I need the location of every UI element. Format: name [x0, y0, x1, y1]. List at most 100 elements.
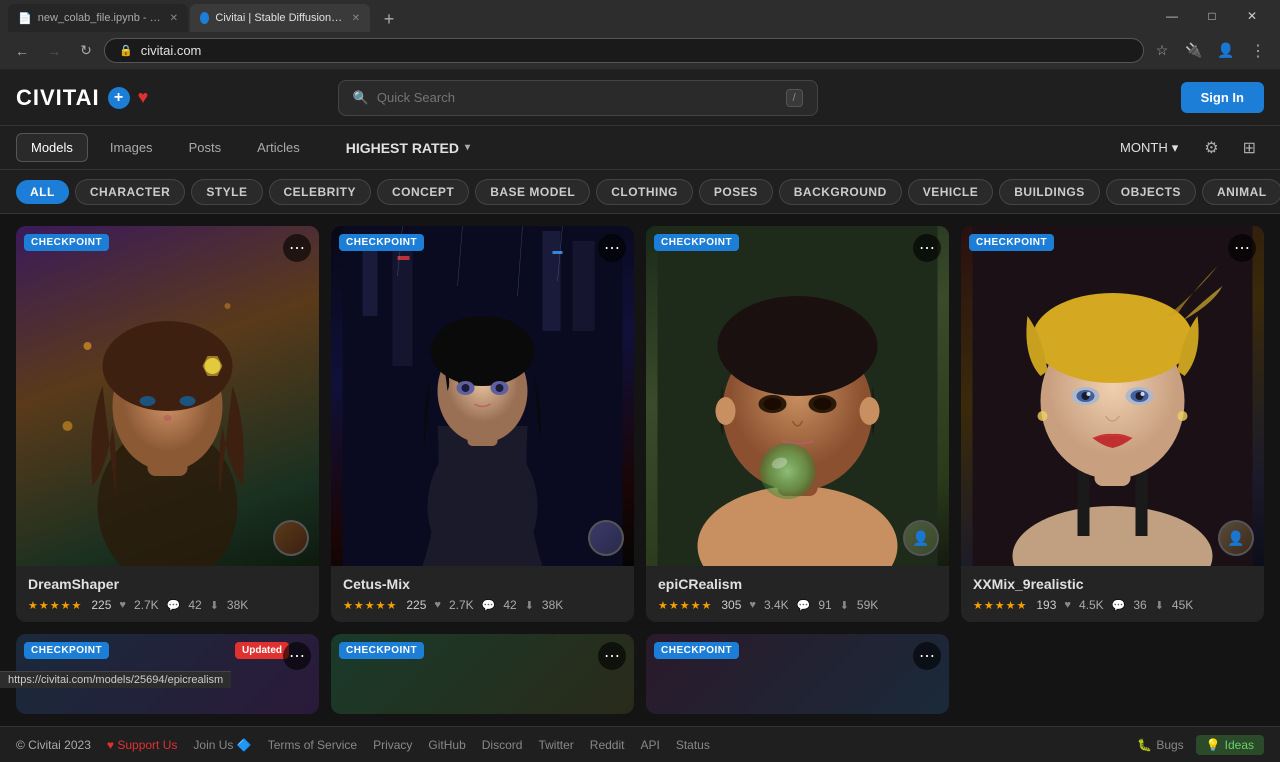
- card-menu-3[interactable]: ⋯: [913, 234, 941, 262]
- more-options-button[interactable]: ⋮: [1244, 37, 1272, 65]
- star-3-5: ★: [702, 599, 712, 612]
- forward-button[interactable]: →: [40, 37, 68, 65]
- join-link[interactable]: Join Us 🔷: [193, 738, 251, 752]
- bottom-menu-3[interactable]: ⋯: [913, 642, 941, 670]
- tab-close-2[interactable]: ✕: [352, 13, 360, 24]
- window-minimize[interactable]: —: [1152, 2, 1192, 30]
- cat-all[interactable]: ALL: [16, 180, 69, 204]
- address-bar[interactable]: 🔒 civitai.com: [104, 38, 1144, 63]
- cat-style[interactable]: STYLE: [191, 179, 262, 205]
- comments-icon-2: 💬: [482, 599, 496, 612]
- sort-button[interactable]: HIGHEST RATED ▾: [334, 134, 482, 162]
- terms-link[interactable]: Terms of Service: [268, 738, 357, 752]
- star-4-1: ★: [973, 599, 983, 612]
- tab-inactive[interactable]: 📄 new_colab_file.ipynb - Collabora... ✕: [8, 4, 188, 32]
- privacy-link[interactable]: Privacy: [373, 738, 412, 752]
- ideas-label: Ideas: [1225, 738, 1254, 752]
- cat-concept[interactable]: CONCEPT: [377, 179, 469, 205]
- nav-posts[interactable]: Posts: [175, 134, 236, 161]
- cat-celebrity[interactable]: CELEBRITY: [269, 179, 372, 205]
- cat-poses[interactable]: POSES: [699, 179, 773, 205]
- card-avatar-4: 👤: [1218, 520, 1254, 556]
- status-url: https://civitai.com/models/25694/epicrea…: [8, 674, 223, 686]
- window-maximize[interactable]: □: [1192, 2, 1232, 30]
- stars-1: ★ ★ ★ ★ ★: [28, 599, 81, 612]
- api-link[interactable]: API: [640, 738, 659, 752]
- bookmark-button[interactable]: ☆: [1148, 37, 1176, 65]
- cat-animal[interactable]: ANIMAL: [1202, 179, 1280, 205]
- star-2-3: ★: [365, 599, 375, 612]
- comments-icon-4: 💬: [1112, 599, 1126, 612]
- model-card-xxmix[interactable]: CHECKPOINT ⋯ 👤 XXMix_9realistic ★ ★ ★ ★ …: [961, 226, 1264, 622]
- cat-clothing[interactable]: CLOTHING: [596, 179, 693, 205]
- logo[interactable]: CIVITAI + ♥: [16, 85, 148, 111]
- model-card-epicrealism[interactable]: CHECKPOINT ⋯ 👤 epiCRealism ★ ★ ★ ★ ★ 305: [646, 226, 949, 622]
- new-tab-button[interactable]: +: [376, 6, 402, 32]
- grid-view-button[interactable]: ⊞: [1235, 132, 1264, 164]
- card-image-1: [16, 226, 319, 566]
- model-card-dreamshaper[interactable]: CHECKPOINT ⋯ DreamShaper ★ ★ ★ ★ ★ 225: [16, 226, 319, 622]
- card-title-4: XXMix_9realistic: [973, 576, 1252, 592]
- search-bar[interactable]: 🔍 /: [338, 80, 818, 116]
- nav-images[interactable]: Images: [96, 134, 167, 161]
- star-2-2: ★: [354, 599, 364, 612]
- card-info-1: DreamShaper ★ ★ ★ ★ ★ 225 ♥ 2.7K 💬 42 ⬇: [16, 566, 319, 622]
- comments-count-1: 42: [188, 598, 201, 612]
- bottom-menu-1[interactable]: ⋯: [283, 642, 311, 670]
- card-menu-1[interactable]: ⋯: [283, 234, 311, 262]
- window-close[interactable]: ✕: [1232, 2, 1272, 30]
- status-link[interactable]: Status: [676, 738, 710, 752]
- period-label: MONTH: [1120, 140, 1168, 155]
- nav-articles[interactable]: Articles: [243, 134, 314, 161]
- profile-button[interactable]: 👤: [1212, 37, 1240, 65]
- tab-close-1[interactable]: ✕: [170, 13, 178, 24]
- sort-chevron-icon: ▾: [465, 142, 470, 153]
- model-card-cetus-mix[interactable]: CHECKPOINT ⋯ Cetus-Mix ★ ★ ★ ★ ★ 225: [331, 226, 634, 622]
- support-heart-icon: ♥: [107, 738, 114, 752]
- extensions-button[interactable]: 🔌: [1180, 37, 1208, 65]
- filter-options-button[interactable]: ⚙: [1196, 132, 1226, 164]
- cat-base-model[interactable]: BASE MODEL: [475, 179, 590, 205]
- model-grid: CHECKPOINT ⋯ DreamShaper ★ ★ ★ ★ ★ 225: [16, 226, 1264, 622]
- card-menu-2[interactable]: ⋯: [598, 234, 626, 262]
- cat-vehicle[interactable]: VEHICLE: [908, 179, 994, 205]
- likes-count-3: 3.4K: [764, 598, 789, 612]
- card-info-3: epiCRealism ★ ★ ★ ★ ★ 305 ♥ 3.4K 💬 91 ⬇: [646, 566, 949, 622]
- reddit-link[interactable]: Reddit: [590, 738, 625, 752]
- star-5: ★: [72, 599, 82, 612]
- downloads-count-4: 45K: [1172, 598, 1193, 612]
- github-link[interactable]: GitHub: [428, 738, 465, 752]
- cat-background[interactable]: BACKGROUND: [779, 179, 902, 205]
- back-button[interactable]: ←: [8, 37, 36, 65]
- star-2: ★: [39, 599, 49, 612]
- cat-objects[interactable]: OBJECTS: [1106, 179, 1196, 205]
- sign-in-button[interactable]: Sign In: [1181, 82, 1264, 113]
- tab-bar: 📄 new_colab_file.ipynb - Collabora... ✕ …: [8, 0, 1144, 32]
- card-menu-4[interactable]: ⋯: [1228, 234, 1256, 262]
- tab-favicon-2: [200, 12, 209, 24]
- bottom-card-3[interactable]: CHECKPOINT ⋯: [646, 634, 949, 714]
- card-image-2: [331, 226, 634, 566]
- stars-3: ★ ★ ★ ★ ★: [658, 599, 711, 612]
- bottom-card-2[interactable]: CHECKPOINT ⋯: [331, 634, 634, 714]
- nav-models[interactable]: Models: [16, 133, 88, 162]
- search-input[interactable]: [377, 90, 778, 105]
- support-link[interactable]: ♥ Support Us: [107, 738, 178, 752]
- twitter-link[interactable]: Twitter: [538, 738, 573, 752]
- downloads-icon-1: ⬇: [210, 599, 219, 612]
- logo-plus-button[interactable]: +: [108, 87, 130, 109]
- cat-buildings[interactable]: BUILDINGS: [999, 179, 1100, 205]
- star-3: ★: [50, 599, 60, 612]
- rating-count-2: 225: [406, 598, 426, 612]
- reload-button[interactable]: ↻: [72, 37, 100, 65]
- bottom-menu-2[interactable]: ⋯: [598, 642, 626, 670]
- ideas-button[interactable]: 💡 Ideas: [1196, 735, 1264, 755]
- period-button[interactable]: MONTH ▾: [1110, 134, 1188, 162]
- stars-4: ★ ★ ★ ★ ★: [973, 599, 1026, 612]
- discord-link[interactable]: Discord: [482, 738, 523, 752]
- bugs-button[interactable]: 🐛 Bugs: [1137, 738, 1183, 752]
- card-title-3: epiCRealism: [658, 576, 937, 592]
- stars-2: ★ ★ ★ ★ ★: [343, 599, 396, 612]
- tab-active[interactable]: Civitai | Stable Diffusion models... ✕: [190, 4, 370, 32]
- cat-character[interactable]: CHARACTER: [75, 179, 186, 205]
